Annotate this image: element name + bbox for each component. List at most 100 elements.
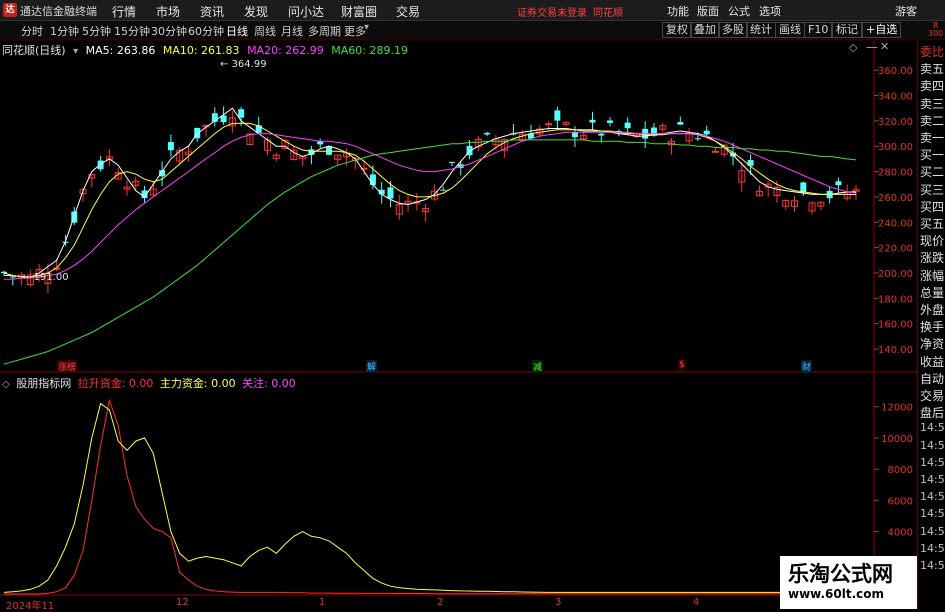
main-legend: 同花顺(日线) ▾ MA5: 263.86 MA10: 261.83 MA20:… bbox=[2, 42, 412, 58]
chart-frame bbox=[0, 39, 917, 596]
side-panel-item: 14:56 bbox=[920, 507, 945, 521]
watermark-logo: 乐淘公式网 www.60lt.com bbox=[780, 556, 917, 609]
y-tick-label: 340.00 bbox=[878, 92, 913, 103]
watermark-url: www.60lt.com bbox=[788, 587, 885, 601]
candle-body bbox=[607, 120, 614, 123]
event-marker-reduce[interactable]: 减 bbox=[532, 360, 544, 373]
minimize-chart-icon[interactable]: — bbox=[866, 40, 878, 54]
event-marker-rally[interactable]: 涨榜 bbox=[57, 360, 78, 373]
indicator-line bbox=[4, 398, 857, 595]
y-tick-label: 180.00 bbox=[878, 294, 913, 305]
event-marker-finance[interactable]: 财 bbox=[801, 360, 813, 373]
high-price-value: 364.99 bbox=[231, 59, 267, 70]
ma5-label: MA5: 263.86 bbox=[85, 44, 156, 57]
side-panel-item: 委比 bbox=[920, 45, 945, 59]
candle-body bbox=[484, 132, 491, 135]
candle-body bbox=[677, 122, 684, 125]
y-ticks-layer: 140.00 160.00 180.00 200.00 220.00 240.00 260.… bbox=[874, 66, 913, 539]
side-panel-item: 14:56 bbox=[920, 438, 945, 452]
side-panel-item: 14:56 bbox=[920, 541, 945, 555]
chart-settings-icon[interactable]: ◇ bbox=[849, 41, 857, 54]
side-panel-item: 14:56 bbox=[920, 490, 945, 504]
close-chart-icon[interactable]: ✕ bbox=[880, 40, 889, 53]
event-marker-dividend[interactable]: $ bbox=[678, 360, 686, 370]
sub-y-tick-label: 10000 bbox=[881, 434, 913, 445]
side-panel-item: 买二 bbox=[920, 165, 945, 180]
side-panel-item: 买一 bbox=[920, 148, 945, 163]
ma-line bbox=[4, 131, 857, 280]
side-panel-item: 现价 bbox=[920, 234, 945, 249]
x-label-jan: 1 bbox=[319, 597, 326, 608]
y-tick-label: 280.00 bbox=[878, 168, 913, 179]
side-panel-item[interactable]: 交易 bbox=[920, 387, 944, 404]
candle-body bbox=[571, 132, 578, 138]
indicator-lines-layer bbox=[3, 398, 857, 595]
y-tick-label: 220.00 bbox=[878, 244, 913, 255]
y-tick-label: 140.00 bbox=[878, 345, 913, 356]
side-panel-item: 14:56 bbox=[920, 421, 945, 435]
side-panel-item: 换手 bbox=[920, 320, 945, 335]
side-panel-item: 收益 bbox=[920, 354, 945, 369]
candles-layer bbox=[1, 106, 860, 294]
high-price-marker: ← 364.99 bbox=[220, 59, 267, 70]
ma60-label: MA60: 289.19 bbox=[331, 44, 408, 57]
stock-name[interactable]: 同花顺(日线) bbox=[2, 44, 66, 57]
y-tick-label: 160.00 bbox=[878, 320, 913, 331]
candle-body bbox=[598, 133, 605, 136]
side-panel-item[interactable]: 自动 bbox=[920, 370, 944, 387]
candle-body bbox=[238, 109, 245, 118]
event-marker-unlock[interactable]: 解 bbox=[366, 360, 378, 373]
side-panel-item: 14:56 bbox=[920, 473, 945, 486]
side-panel-item[interactable]: 盘后 bbox=[920, 404, 944, 421]
y-tick-label: 360.00 bbox=[878, 66, 913, 77]
candle-body bbox=[387, 187, 394, 199]
ma-line bbox=[3, 139, 857, 365]
sub-y-tick-label: 6000 bbox=[888, 496, 913, 507]
lift-funds-label: 拉升资金: 0.00 bbox=[77, 377, 154, 390]
candle-body bbox=[1, 271, 7, 274]
ma-line bbox=[3, 107, 857, 279]
side-panel-item: 涨跌 bbox=[920, 251, 945, 266]
low-price-marker: ← 191.00 bbox=[22, 272, 69, 283]
indicator-line bbox=[3, 402, 857, 595]
candle-body bbox=[589, 119, 596, 123]
candle-body bbox=[448, 161, 455, 163]
side-panel-item: 卖四 bbox=[920, 79, 945, 94]
low-price-value: 191.00 bbox=[33, 272, 69, 283]
indicator-settings-icon[interactable]: ◇ bbox=[2, 379, 10, 390]
legend-expand-icon[interactable]: ▾ bbox=[73, 46, 78, 57]
side-panel-item: 卖二 bbox=[920, 113, 945, 128]
y-tick-label: 240.00 bbox=[878, 218, 913, 229]
x-label-dec: 12 bbox=[176, 597, 189, 608]
side-panel-item: 买三 bbox=[920, 182, 945, 197]
main-funds-label: 主力资金: 0.00 bbox=[159, 377, 236, 390]
y-tick-label: 260.00 bbox=[878, 193, 913, 204]
side-panel-item: 卖一 bbox=[920, 131, 945, 145]
y-tick-label: 320.00 bbox=[878, 117, 913, 128]
side-panel-item: 14:56 bbox=[920, 559, 945, 572]
x-label-mar: 3 bbox=[555, 597, 562, 608]
side-panel-item: 买四 bbox=[920, 199, 945, 214]
candle-body bbox=[711, 150, 719, 153]
ma-lines-layer bbox=[3, 107, 857, 365]
ma20-label: MA20: 262.99 bbox=[247, 44, 324, 57]
kline-chart[interactable]: 140.00 160.00 180.00 200.00 220.00 240.00 260.… bbox=[0, 0, 945, 609]
side-panel-item: 总量 bbox=[920, 285, 945, 300]
candle-body bbox=[554, 110, 561, 121]
sub-y-tick-label: 8000 bbox=[888, 465, 913, 476]
y-tick-label: 300.00 bbox=[878, 142, 913, 153]
side-panel-item: 买五 bbox=[920, 217, 945, 231]
candle-body bbox=[167, 142, 174, 151]
x-label-feb: 2 bbox=[437, 597, 444, 608]
y-tick-label: 200.00 bbox=[878, 269, 913, 280]
candle-body bbox=[9, 276, 16, 278]
candle-body bbox=[97, 160, 104, 170]
side-panel-item: 14:56 bbox=[920, 455, 945, 469]
side-panel-item: 净资 bbox=[920, 337, 945, 352]
sub-y-tick-label: 4000 bbox=[888, 528, 913, 539]
candle-body bbox=[624, 122, 631, 129]
candle-body bbox=[703, 130, 710, 135]
indicator-name[interactable]: 股朋指标网 bbox=[16, 377, 71, 390]
candle-body bbox=[545, 123, 553, 126]
side-panel-item: 卖五 bbox=[920, 62, 945, 77]
